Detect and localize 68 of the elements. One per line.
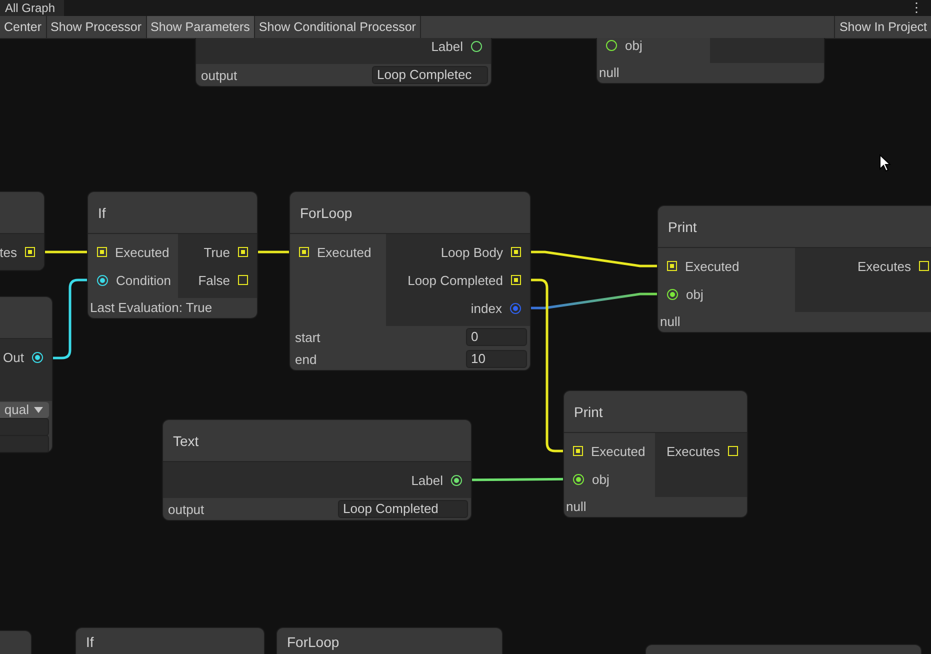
port-label: Loop Body <box>440 244 503 260</box>
port-label: Executes <box>666 444 720 458</box>
node-card[interactable]: Text Label output Loop Completed <box>163 420 471 520</box>
node-card[interactable]: Print Executed obj Executes null <box>564 391 747 517</box>
output-port[interactable] <box>451 474 462 486</box>
window-tab[interactable]: All Graph <box>0 0 64 16</box>
node-footer-text: null <box>659 313 682 331</box>
dropdown[interactable]: qual <box>0 402 49 418</box>
port-label: obj <box>686 286 704 302</box>
port-label: Out <box>3 350 24 364</box>
input-port[interactable] <box>97 274 108 286</box>
node-title: Print <box>574 404 603 420</box>
node-card[interactable]: If Executed Condition True False Last Evaluation: True <box>88 192 257 318</box>
input-port[interactable] <box>573 446 583 456</box>
mouse-cursor-icon <box>879 154 891 172</box>
node-card[interactable]: Out qual <box>0 297 52 452</box>
node-title: If <box>98 204 106 220</box>
output-port[interactable] <box>32 352 43 362</box>
port-label: obj <box>592 472 610 486</box>
node-card[interactable]: If <box>76 628 264 654</box>
node-title: If <box>86 634 94 650</box>
node-card[interactable]: obj null <box>597 38 824 83</box>
node-title: ForLoop <box>300 204 352 220</box>
port-label: True <box>204 244 230 260</box>
port-label: Condition <box>116 272 171 288</box>
input-port[interactable] <box>667 261 677 271</box>
field-label: output <box>168 502 204 516</box>
input-field[interactable]: 10 <box>466 350 527 368</box>
input-port[interactable] <box>667 288 678 300</box>
input-port[interactable] <box>573 474 584 484</box>
field-label: end <box>295 352 317 366</box>
input-field[interactable] <box>0 418 49 436</box>
port-label: Loop Completed <box>408 272 503 288</box>
port-label: Label <box>431 38 463 54</box>
node-card[interactable]: Print Executed obj Executes null <box>658 206 931 332</box>
input-field[interactable]: Loop Completec <box>372 66 488 84</box>
toolbar-button[interactable]: Show Parameters <box>146 16 255 38</box>
caret-icon <box>34 406 43 412</box>
node-title: ForLoop <box>287 634 340 650</box>
port-label: tes <box>0 244 17 260</box>
port-label: Executed <box>591 444 646 458</box>
node-card[interactable]: Label output Loop Completec <box>196 38 491 86</box>
port-label: Executed <box>685 258 740 274</box>
field-label: output <box>201 68 238 82</box>
port-label: obj <box>625 38 642 52</box>
more-menu-button[interactable]: ⋮ <box>902 0 931 16</box>
field-label: start <box>295 330 320 344</box>
input-field[interactable]: 0 <box>466 328 527 346</box>
port-label: False <box>198 272 230 288</box>
port-label: Label <box>411 472 443 488</box>
node-card[interactable]: ForLoop <box>277 628 502 654</box>
node-footer-text: Last Evaluation: True <box>89 299 214 317</box>
input-port[interactable] <box>97 247 107 257</box>
node-footer-text: null <box>598 64 620 82</box>
input-field[interactable]: Loop Completed <box>338 500 468 518</box>
input-port[interactable] <box>606 40 617 50</box>
node-footer-text: null <box>565 498 588 516</box>
port-label: Executes <box>858 258 911 274</box>
input-field[interactable] <box>0 434 49 452</box>
port-label: Executed <box>115 244 170 260</box>
node-title: Print <box>668 218 697 234</box>
port-label: Executed <box>317 244 372 260</box>
node-card[interactable]: tes <box>0 192 44 270</box>
input-port[interactable] <box>299 247 309 257</box>
output-port[interactable] <box>471 40 482 52</box>
port-label: index <box>470 300 502 316</box>
node-card[interactable]: ForLoop Executed Loop Body Loop Completed index start 0 end 10 <box>290 192 530 370</box>
node-title: Text <box>173 432 199 448</box>
